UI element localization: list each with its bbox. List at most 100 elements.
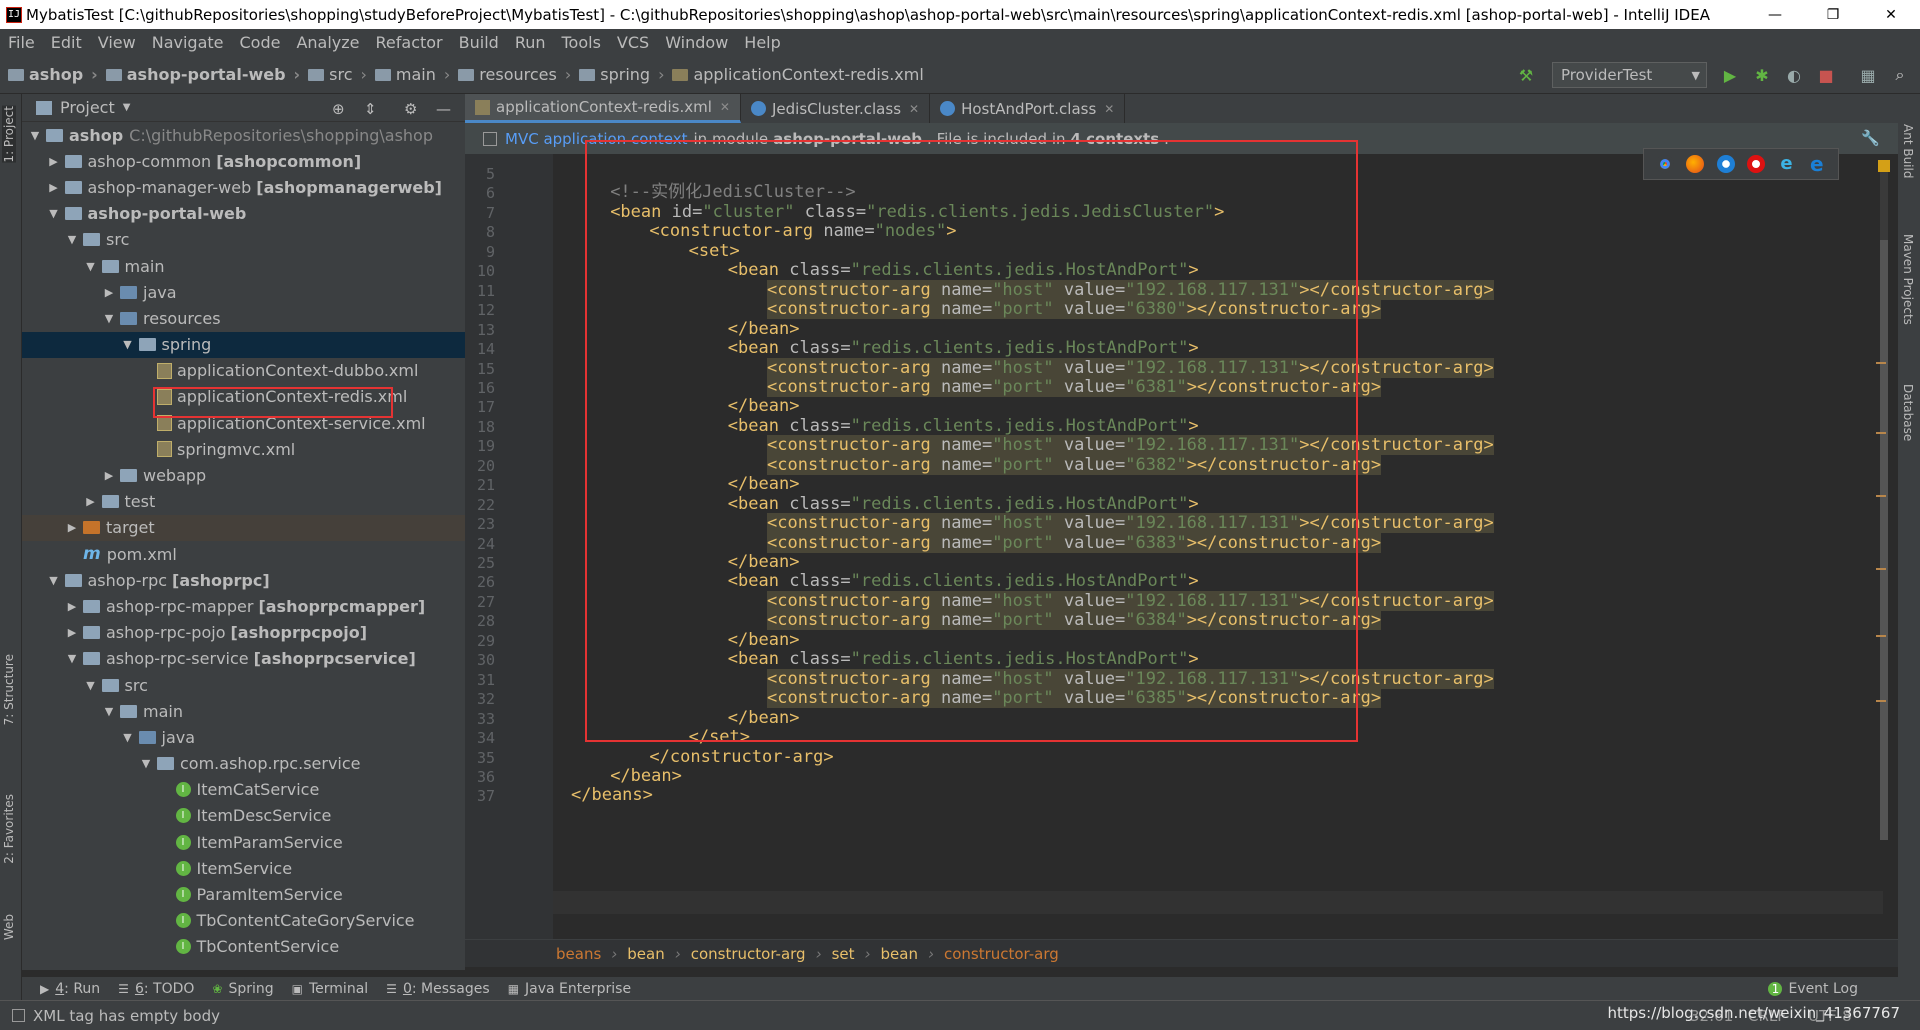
warning-marker[interactable] xyxy=(1876,362,1886,364)
chevron-down-icon[interactable]: ▼ xyxy=(102,312,116,325)
chevron-down-icon[interactable]: ▼ xyxy=(65,233,79,246)
tree-item[interactable]: ▼ src xyxy=(22,672,465,698)
warning-marker[interactable] xyxy=(1876,635,1886,637)
breadcrumb-resources[interactable]: resources › xyxy=(458,65,571,84)
tree-item[interactable]: I ParamItemService xyxy=(22,881,465,907)
tree-item[interactable]: ▼ main xyxy=(22,253,465,279)
tree-item[interactable]: ▼ ashop-portal-web xyxy=(22,201,465,227)
locate-icon[interactable]: ⊕ xyxy=(332,100,345,118)
menu-vcs[interactable]: VCS xyxy=(609,33,657,52)
project-tool-button[interactable]: 1: Project xyxy=(2,106,16,163)
chevron-down-icon[interactable]: ▼ xyxy=(84,260,98,273)
web-tool-button[interactable]: Web xyxy=(2,914,16,940)
tab-jediscluster[interactable]: JedisCluster.class ✕ xyxy=(741,94,931,123)
tree-item[interactable]: ▼ ashop-rpc [ashoprpc] xyxy=(22,567,465,593)
tree-item[interactable]: ▼ src xyxy=(22,227,465,253)
breadcrumb-main[interactable]: main › xyxy=(374,65,450,84)
chevron-right-icon[interactable]: ▶ xyxy=(84,495,98,508)
tree-item[interactable]: ▶ ashop-rpc-pojo [ashoprpcpojo] xyxy=(22,620,465,646)
tree-item[interactable]: I TbContentService xyxy=(22,934,465,960)
menu-code[interactable]: Code xyxy=(232,33,289,52)
chevron-down-icon[interactable]: ▼ xyxy=(65,652,79,665)
database-tool-button[interactable]: Database xyxy=(1901,384,1915,441)
stop-icon[interactable]: ■ xyxy=(1816,65,1836,85)
chevron-down-icon[interactable]: ▼ xyxy=(139,757,153,770)
warning-marker[interactable] xyxy=(1876,495,1886,497)
run-icon[interactable]: ▶ xyxy=(1720,65,1740,85)
chevron-right-icon[interactable]: ▶ xyxy=(65,626,79,639)
menu-analyze[interactable]: Analyze xyxy=(288,33,367,52)
warning-marker[interactable] xyxy=(1876,700,1886,702)
maven-tool-button[interactable]: Maven Projects xyxy=(1901,234,1915,325)
tree-item[interactable]: ▼ main xyxy=(22,698,465,724)
chevron-right-icon[interactable]: ▶ xyxy=(102,469,116,482)
menu-help[interactable]: Help xyxy=(736,33,788,52)
xml-crumb[interactable]: beans xyxy=(556,945,601,963)
hide-icon[interactable]: — xyxy=(436,100,451,118)
spring-tool-button[interactable]: ❀ Spring xyxy=(212,981,273,997)
menu-refactor[interactable]: Refactor xyxy=(368,33,451,52)
breadcrumb-src[interactable]: src › xyxy=(308,65,367,84)
messages-tool-button[interactable]: ☰ 0: Messages xyxy=(386,981,490,997)
chevron-down-icon[interactable]: ▼ xyxy=(28,129,42,142)
close-icon[interactable]: ✕ xyxy=(1104,102,1114,116)
tree-item[interactable]: ▼ ashop C:\githubRepositories\shopping\ash… xyxy=(22,122,465,148)
close-button[interactable]: ✕ xyxy=(1862,0,1920,29)
tree-item[interactable]: ▶ ashop-common [ashopcommon] xyxy=(22,148,465,174)
chevron-right-icon[interactable]: ▶ xyxy=(47,155,61,168)
chevron-down-icon[interactable]: ▼ xyxy=(121,731,135,744)
tree-item[interactable]: ▶ ashop-rpc-mapper [ashoprpcmapper] xyxy=(22,593,465,619)
edge-icon[interactable]: e xyxy=(1808,154,1826,174)
inspection-status-icon[interactable] xyxy=(1878,160,1890,172)
tab-hostandport[interactable]: HostAndPort.class ✕ xyxy=(930,94,1126,123)
warning-marker[interactable] xyxy=(1876,432,1886,434)
breadcrumb-file[interactable]: applicationContext-redis.xml xyxy=(672,65,924,84)
tree-item[interactable]: ▼ com.ashop.rpc.service xyxy=(22,751,465,777)
xml-crumb[interactable]: constructor-arg xyxy=(691,945,806,963)
event-log-button[interactable]: 1 Event Log xyxy=(1768,981,1858,997)
menu-build[interactable]: Build xyxy=(451,33,507,52)
java-enterprise-tool-button[interactable]: ▦ Java Enterprise xyxy=(508,981,631,997)
tree-item[interactable]: ▶ java xyxy=(22,279,465,305)
xml-crumb[interactable]: set xyxy=(832,945,855,963)
chevron-down-icon[interactable]: ▼ xyxy=(123,102,131,113)
firefox-icon[interactable] xyxy=(1686,155,1705,173)
menu-edit[interactable]: Edit xyxy=(43,33,90,52)
wrench-icon[interactable]: 🔧 xyxy=(1861,129,1880,147)
chevron-down-icon[interactable]: ▼ xyxy=(84,679,98,692)
structure-tool-button[interactable]: 7: Structure xyxy=(2,654,16,725)
chevron-down-icon[interactable]: ▼ xyxy=(47,574,61,587)
collapse-icon[interactable]: ⇕ xyxy=(364,100,377,118)
debug-icon[interactable]: ✱ xyxy=(1752,65,1772,85)
ant-build-tool-button[interactable]: Ant Build xyxy=(1901,124,1915,178)
menu-window[interactable]: Window xyxy=(657,33,736,52)
tree-item[interactable]: I ItemService xyxy=(22,855,465,881)
xml-crumb[interactable]: bean xyxy=(881,945,918,963)
menu-navigate[interactable]: Navigate xyxy=(144,33,232,52)
menu-file[interactable]: File xyxy=(0,33,43,52)
tree-item[interactable]: ▼ resources xyxy=(22,305,465,331)
opera-icon[interactable] xyxy=(1747,155,1766,173)
tab-applicationcontext-redis[interactable]: applicationContext-redis.xml ✕ xyxy=(465,94,741,123)
gear-icon[interactable]: ⚙ xyxy=(404,100,417,118)
tree-item[interactable]: I ItemDescService xyxy=(22,803,465,829)
editor-scrollbar-thumb[interactable] xyxy=(1880,240,1888,840)
tree-item[interactable]: I ItemParamService xyxy=(22,829,465,855)
menu-tools[interactable]: Tools xyxy=(554,33,609,52)
chrome-icon[interactable] xyxy=(1656,155,1675,173)
tree-item[interactable]: springmvc.xml xyxy=(22,436,465,462)
tree-item[interactable]: ▶ target xyxy=(22,514,465,541)
run-tool-button[interactable]: ▶ 4: Run xyxy=(40,981,100,997)
breadcrumb-ashop-portal-web[interactable]: ashop-portal-web › xyxy=(105,65,300,84)
chevron-right-icon[interactable]: ▶ xyxy=(47,181,61,194)
tree-item[interactable]: ▶ test xyxy=(22,489,465,515)
build-hammer-icon[interactable]: ⚒ xyxy=(1516,65,1536,85)
chevron-right-icon[interactable]: ▶ xyxy=(65,521,79,534)
terminal-tool-button[interactable]: ▣ Terminal xyxy=(292,981,369,997)
breadcrumb-ashop[interactable]: ashop › xyxy=(8,65,98,84)
chevron-right-icon[interactable]: ▶ xyxy=(65,600,79,613)
chevron-down-icon[interactable]: ▼ xyxy=(102,705,116,718)
minimize-button[interactable]: — xyxy=(1746,0,1804,29)
favorites-tool-button[interactable]: 2: Favorites xyxy=(2,794,16,864)
maximize-button[interactable]: ❐ xyxy=(1804,0,1862,29)
